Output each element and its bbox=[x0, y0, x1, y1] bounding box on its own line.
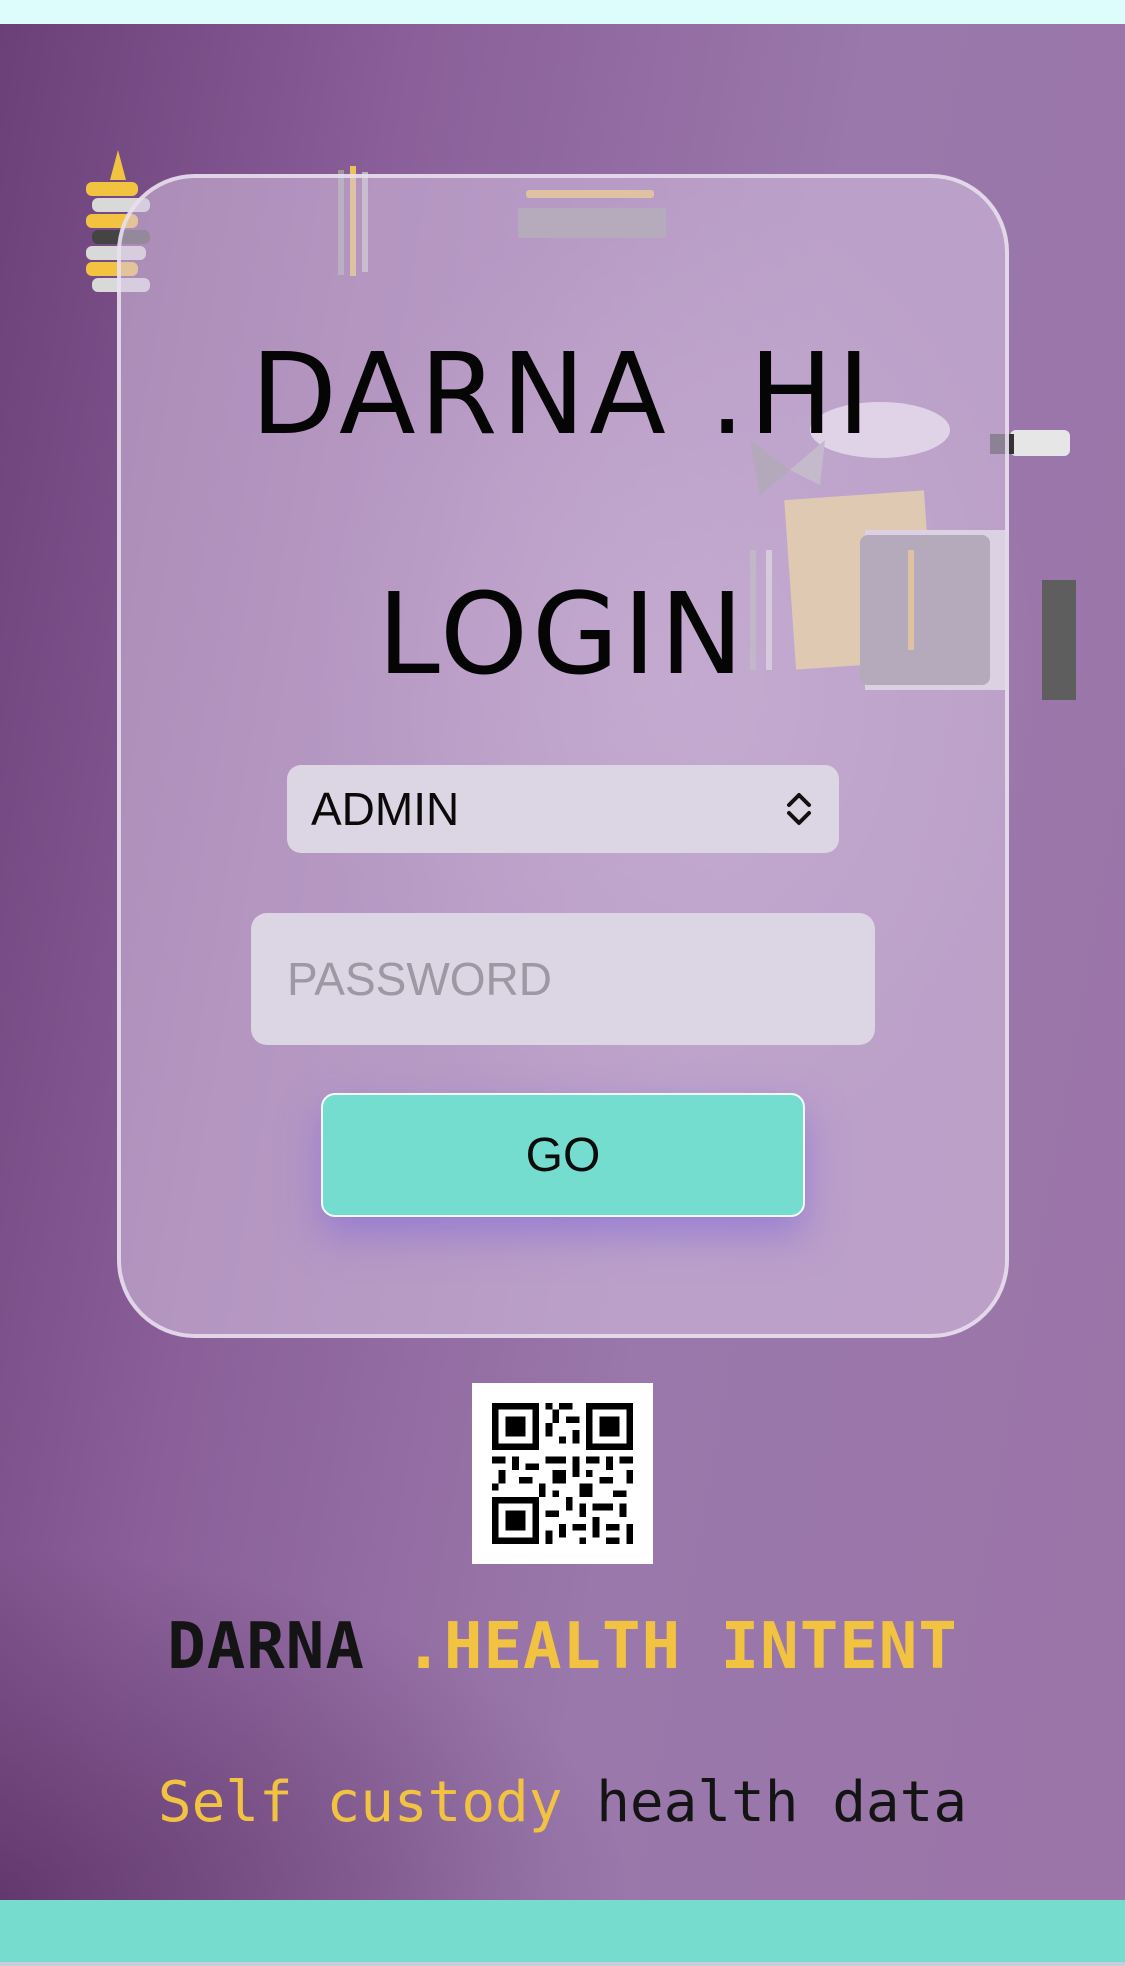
brand-title: DARNA .HI bbox=[250, 330, 875, 460]
top-strip bbox=[0, 0, 1125, 24]
footer-tagline-gold: Self custody bbox=[157, 1770, 563, 1835]
footer-brand-dark: DARNA bbox=[167, 1610, 365, 1684]
role-select-value: ADMIN bbox=[311, 783, 460, 835]
footer-brand-gold: .HEALTH INTENT bbox=[404, 1610, 958, 1684]
role-select[interactable]: ADMIN bbox=[287, 765, 839, 853]
qr-code bbox=[472, 1383, 653, 1564]
footer-tagline: Self custody health data bbox=[0, 1770, 1125, 1835]
go-button[interactable]: GO bbox=[321, 1093, 805, 1217]
footer-brand: DARNA .HEALTH INTENT bbox=[0, 1610, 1125, 1684]
footer-tagline-dark: health data bbox=[596, 1770, 968, 1835]
login-heading: LOGIN bbox=[377, 570, 748, 700]
bottom-bar bbox=[0, 1900, 1125, 1966]
select-chevrons-icon bbox=[787, 793, 811, 825]
password-field[interactable] bbox=[251, 913, 875, 1045]
qr-code-icon bbox=[492, 1403, 633, 1544]
